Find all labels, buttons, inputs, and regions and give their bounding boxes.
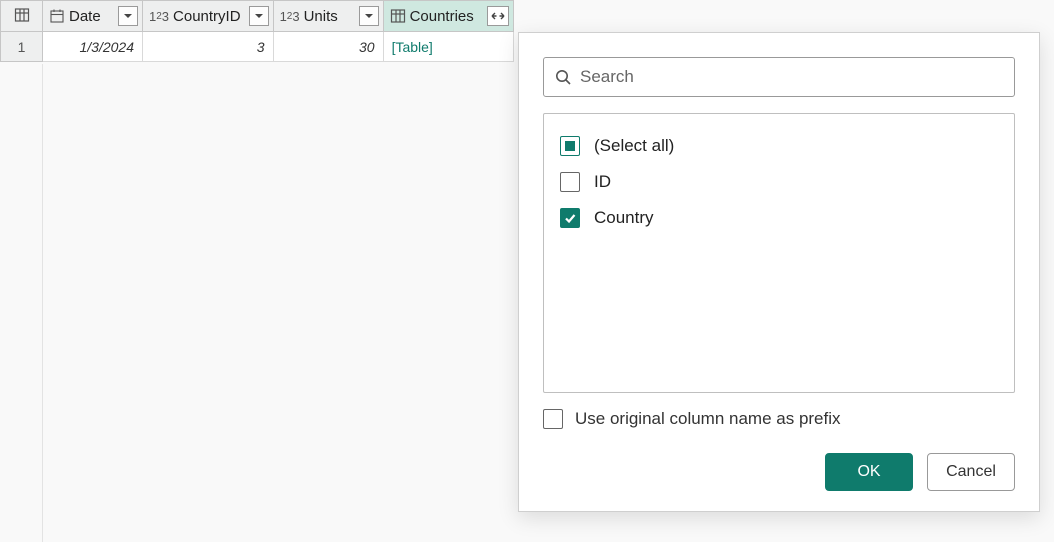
col-header-date[interactable]: Date: [43, 1, 143, 32]
filter-button-units[interactable]: [359, 6, 379, 26]
search-icon: [554, 68, 572, 86]
search-box[interactable]: [543, 57, 1015, 97]
col-label-countries: Countries: [410, 8, 478, 25]
ok-button[interactable]: OK: [825, 453, 913, 491]
checkbox-unchecked-icon: [560, 172, 580, 192]
cell-units[interactable]: 30: [273, 32, 383, 62]
header-row: Date 123 CountryID 1: [1, 1, 514, 32]
cell-countryid[interactable]: 3: [143, 32, 274, 62]
select-all-rows[interactable]: [1, 1, 43, 32]
table-icon: [390, 8, 406, 24]
cell-date[interactable]: 1/3/2024: [43, 32, 143, 62]
table-row[interactable]: 1 1/3/2024 3 30 [Table]: [1, 32, 514, 62]
checkbox-checked-icon: [560, 208, 580, 228]
dialog-buttons: OK Cancel: [543, 453, 1015, 491]
search-input[interactable]: [580, 67, 1004, 87]
option-label: ID: [594, 172, 611, 192]
calendar-icon: [49, 8, 65, 24]
number-type-icon: 123: [280, 9, 300, 24]
row-number[interactable]: 1: [1, 32, 43, 62]
option-country[interactable]: Country: [560, 200, 998, 236]
column-options-list: (Select all) ID Country: [543, 113, 1015, 393]
col-header-units[interactable]: 123 Units: [273, 1, 383, 32]
expand-button-countries[interactable]: [487, 6, 509, 26]
option-label: (Select all): [594, 136, 674, 156]
table-icon: [14, 7, 30, 23]
expand-column-popup: (Select all) ID Country Use original col…: [518, 32, 1040, 512]
checkbox-indeterminate-icon: [560, 136, 580, 156]
col-label-units: Units: [304, 8, 342, 25]
prefix-label: Use original column name as prefix: [575, 409, 841, 429]
cancel-button[interactable]: Cancel: [927, 453, 1015, 491]
col-header-countryid[interactable]: 123 CountryID: [143, 1, 274, 32]
col-label-countryid: CountryID: [173, 8, 245, 25]
prefix-checkbox-row[interactable]: Use original column name as prefix: [543, 409, 1015, 429]
col-label-date: Date: [69, 8, 105, 25]
number-type-icon: 123: [149, 9, 169, 24]
option-id[interactable]: ID: [560, 164, 998, 200]
table: Date 123 CountryID 1: [0, 0, 514, 62]
filter-button-date[interactable]: [118, 6, 138, 26]
checkbox-unchecked-icon: [543, 409, 563, 429]
cell-countries[interactable]: [Table]: [383, 32, 513, 62]
option-select-all[interactable]: (Select all): [560, 128, 998, 164]
col-header-countries[interactable]: Countries: [383, 1, 513, 32]
filter-button-countryid[interactable]: [249, 6, 269, 26]
option-label: Country: [594, 208, 654, 228]
